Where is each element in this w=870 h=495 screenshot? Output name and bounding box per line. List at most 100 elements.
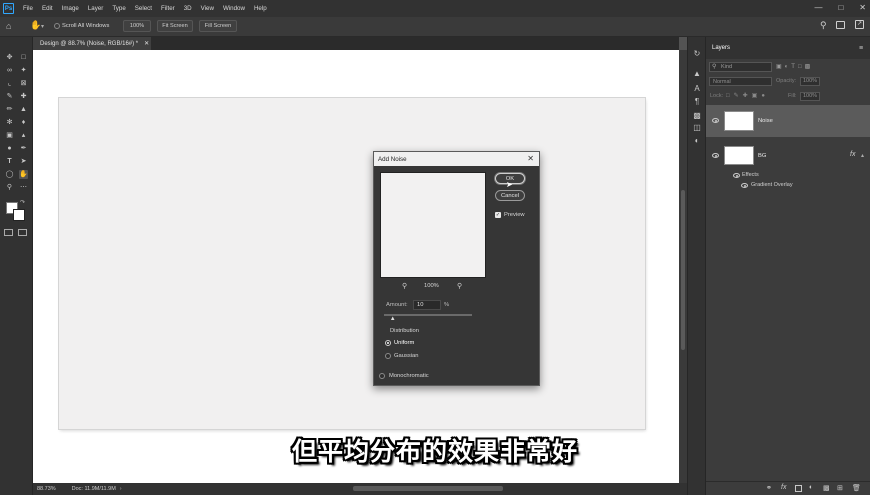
hand-tool-active-icon[interactable]: ✋: [19, 170, 28, 179]
layer-name-noise[interactable]: Noise: [758, 118, 773, 124]
menu-edit[interactable]: Edit: [42, 5, 53, 12]
cancel-button[interactable]: Cancel: [495, 190, 525, 201]
visibility-eye-icon[interactable]: [712, 118, 719, 123]
move-tool-icon[interactable]: ✥: [5, 53, 14, 62]
character-panel-icon[interactable]: A: [692, 84, 702, 94]
menu-help[interactable]: Help: [254, 5, 267, 12]
menu-window[interactable]: Window: [223, 5, 245, 12]
uniform-label[interactable]: Uniform: [394, 340, 414, 346]
blend-mode-select[interactable]: Normal: [709, 77, 772, 86]
canvas-area[interactable]: [33, 50, 679, 483]
layers-panel-dock-icon[interactable]: ◫: [692, 123, 702, 133]
history-panel-icon[interactable]: ↻: [692, 49, 702, 59]
preview-checkbox[interactable]: ✓: [495, 212, 501, 218]
horizontal-scroll-thumb[interactable]: [353, 486, 503, 491]
menu-image[interactable]: Image: [62, 5, 79, 12]
artboard-tool-icon[interactable]: □: [19, 53, 28, 62]
dialog-close-icon[interactable]: ✕: [527, 154, 534, 163]
status-chevron-icon[interactable]: ›: [120, 486, 122, 492]
tab-close-icon[interactable]: ✕: [144, 40, 149, 47]
type-tool-icon[interactable]: T: [5, 157, 14, 166]
chevron-down-icon[interactable]: ▾: [41, 23, 44, 30]
noise-preview[interactable]: [380, 172, 486, 278]
crop-tool-icon[interactable]: ⌞: [5, 79, 14, 88]
workspace-icon[interactable]: [836, 21, 845, 29]
layer-filter-select[interactable]: ⚲ Kind: [709, 62, 772, 72]
effects-row[interactable]: Effects: [706, 171, 870, 181]
background-color-swatch[interactable]: [13, 209, 25, 221]
search-icon[interactable]: ⚲: [820, 20, 827, 31]
stamp-tool-icon[interactable]: ▲: [19, 105, 28, 114]
menu-type[interactable]: Type: [112, 5, 125, 12]
gradient-tool-icon[interactable]: ▣: [5, 131, 14, 140]
effects-eye-icon[interactable]: [733, 173, 740, 178]
amount-slider-track[interactable]: [384, 314, 472, 316]
delete-layer-icon[interactable]: 🗑: [852, 484, 861, 492]
layer-name-bg[interactable]: BG: [758, 153, 766, 159]
zoom-in-icon[interactable]: ⚲: [457, 282, 462, 290]
pen-tool-icon[interactable]: ✒: [19, 144, 28, 153]
close-icon[interactable]: ✕: [859, 3, 866, 12]
monochromatic-checkbox[interactable]: [379, 373, 385, 379]
menu-file[interactable]: File: [23, 5, 33, 12]
gaussian-label[interactable]: Gaussian: [394, 353, 419, 359]
filter-type-icons[interactable]: ▣◐T□▩: [776, 63, 813, 70]
swap-colors-icon[interactable]: ↷: [20, 199, 25, 206]
lock-icons[interactable]: □✎✚▣●: [726, 92, 769, 99]
dialog-titlebar[interactable]: Add Noise ✕: [374, 152, 539, 166]
blur-tool-icon[interactable]: ▴: [19, 131, 28, 140]
frame-tool-icon[interactable]: ⊠: [19, 79, 28, 88]
collapse-effects-icon[interactable]: ▴: [861, 152, 864, 159]
paragraph-panel-icon[interactable]: ¶: [692, 97, 702, 107]
layer-row-bg[interactable]: BG fx ▴: [706, 139, 870, 171]
opacity-field[interactable]: 100%: [800, 77, 820, 86]
adjustments-panel-icon[interactable]: ▲: [692, 69, 702, 79]
layers-panel-title[interactable]: Layers: [712, 45, 730, 51]
more-tools-icon[interactable]: ⋯: [19, 183, 28, 192]
menu-layer[interactable]: Layer: [88, 5, 103, 12]
artboard[interactable]: [59, 98, 645, 429]
fill-field[interactable]: 100%: [800, 92, 820, 101]
visibility-eye-icon[interactable]: [712, 153, 719, 158]
new-layer-icon[interactable]: ⊞: [837, 484, 843, 492]
color-panel-icon[interactable]: ◐: [692, 136, 702, 146]
layer-row-noise[interactable]: Noise: [706, 105, 870, 137]
quick-mask-icon[interactable]: [4, 229, 13, 236]
fill-screen-button[interactable]: Fill Screen: [199, 20, 237, 32]
healing-brush-tool-icon[interactable]: ✚: [19, 92, 28, 101]
menu-3d[interactable]: 3D: [184, 5, 192, 12]
panel-menu-icon[interactable]: ≡: [859, 45, 863, 52]
maximize-icon[interactable]: □: [838, 3, 843, 12]
monochromatic-label[interactable]: Monochromatic: [389, 373, 429, 379]
add-mask-icon[interactable]: [795, 485, 802, 492]
effect-gradient-overlay-row[interactable]: Gradient Overlay: [706, 181, 870, 191]
magic-wand-tool-icon[interactable]: ✦: [19, 66, 28, 75]
zoom-tool-icon[interactable]: ⚲: [5, 183, 14, 192]
zoom-100-button[interactable]: 100%: [123, 20, 151, 32]
amount-slider-thumb[interactable]: ▲: [390, 316, 396, 322]
link-layers-icon[interactable]: ⚭: [766, 484, 772, 492]
fit-screen-button[interactable]: Fit Screen: [157, 20, 193, 32]
hand-tool-icon[interactable]: ✋: [30, 20, 41, 31]
menu-select[interactable]: Select: [135, 5, 152, 12]
zoom-out-icon[interactable]: ⚲: [402, 282, 407, 290]
adjustment-layer-icon[interactable]: ◐: [809, 484, 813, 491]
layer-fx-icon[interactable]: fx: [850, 151, 855, 158]
scroll-all-windows-checkbox[interactable]: [54, 23, 60, 29]
share-icon[interactable]: ↗: [855, 20, 864, 29]
gaussian-radio[interactable]: [385, 353, 391, 359]
home-icon[interactable]: ⌂: [6, 21, 11, 31]
brush-tool-icon[interactable]: ✏: [5, 105, 14, 114]
history-brush-tool-icon[interactable]: ✻: [5, 118, 14, 127]
new-group-icon[interactable]: ▩: [823, 484, 830, 492]
dodge-tool-icon[interactable]: ●: [5, 144, 14, 153]
add-style-icon[interactable]: fx: [781, 484, 786, 491]
vertical-scroll-thumb[interactable]: [681, 190, 685, 350]
ellipse-tool-icon[interactable]: ◯: [5, 170, 14, 179]
minimize-icon[interactable]: —: [814, 3, 822, 12]
lasso-tool-icon[interactable]: ∞: [5, 66, 14, 75]
libraries-panel-icon[interactable]: ▩: [692, 111, 702, 121]
eraser-tool-icon[interactable]: ♦: [19, 118, 28, 127]
gradient-overlay-eye-icon[interactable]: [741, 183, 748, 188]
document-tab[interactable]: Design @ 88.7% (Noise, RGB/16#) * ✕: [33, 37, 151, 50]
